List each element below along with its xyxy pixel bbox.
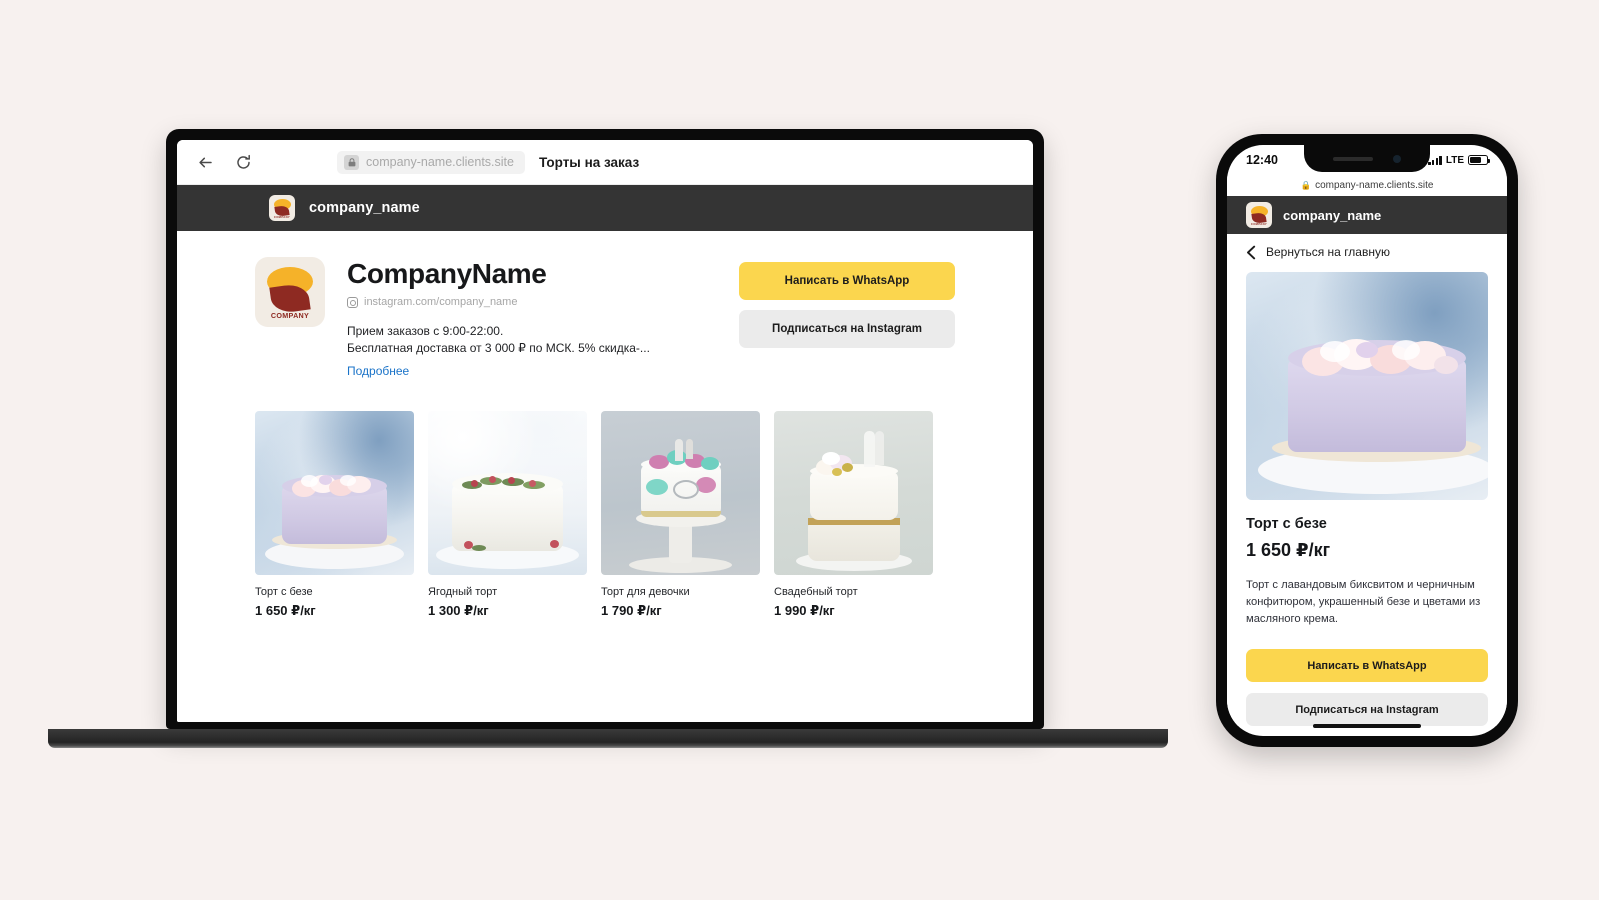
browser-tab-title[interactable]: Торты на заказ — [539, 155, 639, 170]
phone-status-bar: 12:40 LTE — [1227, 145, 1507, 175]
product-description: Торт с лавандовым биксвитом и черничным … — [1246, 579, 1481, 625]
product-grid: Торт с безе 1 650 ₽/кг Ягодный торт 1 30… — [255, 411, 955, 619]
product-hero-image[interactable] — [1246, 272, 1488, 500]
cta-column: Написать в WhatsApp Подписаться на Insta… — [739, 257, 955, 348]
product-name: Свадебный торт — [774, 586, 858, 599]
product-thumbnail[interactable] — [601, 411, 760, 576]
product-card[interactable]: Торт для девочки 1 790 ₽/кг — [601, 411, 760, 619]
instagram-button[interactable]: Подписаться на Instagram — [739, 310, 955, 348]
laptop-mockup: company-name.clients.site Торты на заказ… — [48, 129, 1168, 748]
cake-girl-image — [601, 411, 760, 576]
phone-brand-name: company_name — [1283, 207, 1382, 223]
product-price: 1 650 ₽/кг — [1246, 540, 1331, 560]
chevron-left-icon — [1246, 245, 1257, 260]
back-arrow-icon[interactable] — [193, 150, 217, 174]
product-name: Торт для девочки — [601, 586, 690, 599]
product-card[interactable]: Свадебный торт 1 990 ₽/кг — [774, 411, 933, 619]
status-time: 12:40 — [1246, 153, 1278, 167]
cake-lavender-image — [1246, 272, 1488, 500]
product-price: 1 300 ₽/кг — [428, 603, 489, 619]
lock-icon — [344, 154, 359, 170]
product-thumbnail[interactable] — [255, 411, 414, 576]
phone-address-url: company-name.clients.site — [1315, 180, 1434, 191]
profile-section: COMPANY CompanyName instagram.com/compan… — [255, 257, 955, 380]
cake-wedding-image — [774, 411, 933, 576]
product-thumbnail[interactable] — [428, 411, 587, 576]
company-logo-icon[interactable]: COMPANY — [1246, 202, 1272, 228]
whatsapp-button[interactable]: Написать в WhatsApp — [1246, 649, 1488, 683]
instagram-handle-text: instagram.com/company_name — [364, 296, 518, 309]
signal-bars-icon — [1428, 155, 1442, 165]
laptop-base — [48, 729, 1168, 748]
about-text: Прием заказов с 9:00-22:00. Бесплатная д… — [347, 323, 687, 357]
logo-wordmark: COMPANY — [1250, 222, 1268, 226]
cake-lavender-image — [255, 411, 414, 576]
phone-shell: 12:40 LTE 🔒 company-name.clients.site CO… — [1216, 134, 1518, 747]
battery-icon — [1468, 155, 1491, 165]
laptop-screen: company-name.clients.site Торты на заказ… — [177, 140, 1033, 722]
about-line-2: Бесплатная доставка от 3 000 ₽ по МСК. 5… — [347, 341, 650, 356]
lock-icon: 🔒 — [1300, 180, 1312, 190]
logo-wordmark: COMPANY — [270, 311, 310, 320]
product-price: 1 990 ₽/кг — [774, 603, 835, 619]
about-line-1: Прием заказов с 9:00-22:00. — [347, 324, 504, 339]
product-name: Ягодный торт — [428, 586, 498, 599]
phone-address-bar[interactable]: 🔒 company-name.clients.site — [1227, 175, 1507, 196]
product-name: Торт с безе — [1246, 516, 1327, 532]
product-price: 1 650 ₽/кг — [255, 603, 316, 619]
logo-wordmark: COMPANY — [273, 215, 291, 219]
product-price: 1 790 ₽/кг — [601, 603, 662, 619]
product-card[interactable]: Ягодный торт 1 300 ₽/кг — [428, 411, 587, 619]
product-card[interactable]: Торт с безе 1 650 ₽/кг — [255, 411, 414, 619]
instagram-button[interactable]: Подписаться на Instagram — [1246, 693, 1488, 727]
whatsapp-button[interactable]: Написать в WhatsApp — [739, 262, 955, 300]
site-header: COMPANY company_name — [177, 185, 1033, 231]
phone-site-header: COMPANY company_name — [1227, 196, 1507, 234]
product-name: Торт с безе — [255, 586, 313, 599]
profile-logo-icon: COMPANY — [255, 257, 325, 327]
instagram-handle-row[interactable]: instagram.com/company_name — [347, 296, 739, 308]
home-indicator[interactable] — [1313, 723, 1421, 728]
back-to-home-link[interactable]: Вернуться на главную — [1246, 234, 1488, 270]
phone-screen: 12:40 LTE 🔒 company-name.clients.site CO… — [1227, 145, 1507, 736]
site-brand-name: company_name — [309, 200, 420, 216]
page-body: COMPANY CompanyName instagram.com/compan… — [177, 231, 1033, 722]
cake-berry-image — [428, 411, 587, 576]
company-logo-icon[interactable]: COMPANY — [269, 195, 295, 221]
phone-mockup: 12:40 LTE 🔒 company-name.clients.site CO… — [1216, 134, 1518, 747]
page-title: CompanyName — [347, 258, 547, 289]
back-to-home-label: Вернуться на главную — [1266, 245, 1390, 259]
address-bar-url: company-name.clients.site — [366, 155, 514, 169]
laptop-shell: company-name.clients.site Торты на заказ… — [166, 129, 1044, 729]
instagram-icon — [347, 296, 358, 308]
product-thumbnail[interactable] — [774, 411, 933, 576]
reload-icon[interactable] — [231, 150, 255, 174]
address-bar[interactable]: company-name.clients.site — [337, 150, 525, 174]
browser-toolbar: company-name.clients.site Торты на заказ — [177, 140, 1033, 185]
network-type-label: LTE — [1445, 154, 1464, 166]
more-details-link[interactable]: Подробнее — [347, 364, 409, 378]
phone-content: Вернуться на главную Торт с безе 1 650 ₽… — [1227, 234, 1507, 727]
